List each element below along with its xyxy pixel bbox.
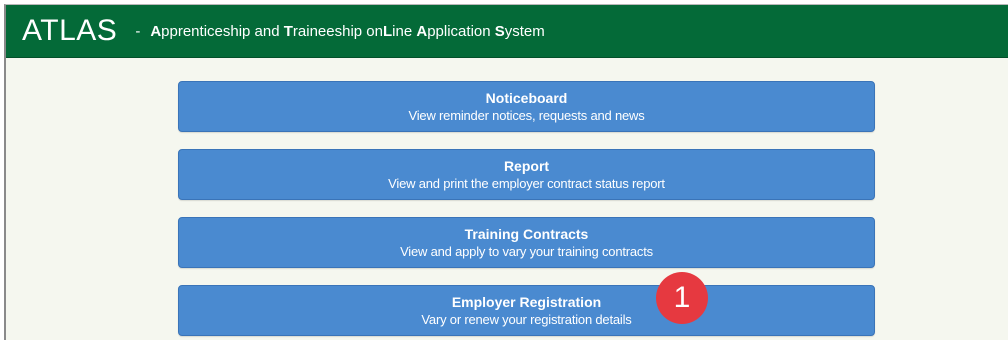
report-button[interactable]: Report View and print the employer contr… bbox=[178, 149, 875, 200]
training-contracts-button[interactable]: Training Contracts View and apply to var… bbox=[178, 217, 875, 268]
menu-item-subtitle: View and print the employer contract sta… bbox=[388, 175, 665, 191]
menu-item-subtitle: View reminder notices, requests and news bbox=[408, 107, 645, 123]
menu-item-title: Employer Registration bbox=[451, 293, 602, 310]
menu-item-subtitle: Vary or renew your registration details bbox=[421, 311, 632, 327]
tagline-text: ine bbox=[392, 22, 417, 40]
tagline-text: pprenticeship and bbox=[161, 22, 284, 40]
menu-item-title: Report bbox=[503, 157, 550, 174]
tagline-initial: L bbox=[383, 22, 393, 40]
menu-item-title: Noticeboard bbox=[485, 89, 568, 106]
tagline-text: pplication bbox=[427, 22, 495, 40]
menu-item-title: Training Contracts bbox=[464, 225, 589, 242]
menu-item-subtitle: View and apply to vary your training con… bbox=[400, 243, 653, 259]
tagline-dash: - bbox=[135, 22, 141, 40]
app-header: ATLAS - Apprenticeship and Traineeship on… bbox=[6, 5, 1008, 58]
tagline-initial: S bbox=[494, 22, 505, 40]
app-window: ATLAS - Apprenticeship and Traineeship on… bbox=[4, 4, 1008, 340]
tagline-text: ystem bbox=[504, 22, 545, 40]
app-tagline: - Apprenticeship and Traineeship onLine A… bbox=[135, 23, 544, 40]
tagline-initial: A bbox=[416, 22, 428, 40]
tagline-text: raineeship on bbox=[292, 22, 383, 40]
noticeboard-button[interactable]: Noticeboard View reminder notices, reque… bbox=[178, 81, 875, 132]
step-number-badge: 1 bbox=[656, 272, 708, 324]
main-menu: Noticeboard View reminder notices, reque… bbox=[178, 81, 875, 340]
tagline-initial: T bbox=[283, 22, 293, 40]
tagline-initial: A bbox=[150, 22, 162, 40]
employer-registration-button[interactable]: Employer Registration Vary or renew your… bbox=[178, 285, 875, 336]
atlas-logo[interactable]: ATLAS bbox=[22, 14, 117, 48]
